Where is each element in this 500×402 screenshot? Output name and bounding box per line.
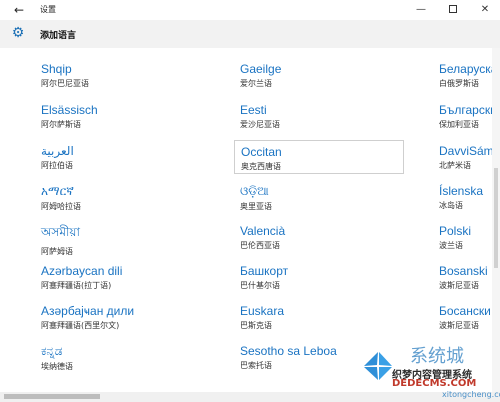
- language-native-name: Shqip: [41, 62, 72, 76]
- page-title: 添加语言: [40, 31, 77, 41]
- language-chinese-name: 冰岛语: [439, 201, 463, 210]
- language-native-name: Азәрбајҹан дили: [41, 304, 135, 318]
- maximize-button[interactable]: [438, 1, 468, 19]
- language-item[interactable]: Shqip 阿尔巴尼亚语: [35, 58, 200, 92]
- language-item[interactable]: Босански 波斯尼亚语: [433, 300, 492, 334]
- language-native-name: العربية: [41, 144, 74, 158]
- language-native-name: Euskara: [240, 304, 285, 318]
- language-chinese-name: 白俄罗斯语: [439, 79, 479, 88]
- language-item[interactable]: DavviSámeg 北萨米语: [433, 140, 492, 174]
- minimize-button[interactable]: —: [406, 1, 436, 19]
- language-native-name: ଓଡ଼ିଆ: [240, 184, 269, 198]
- language-native-name: অসমীয়া: [41, 225, 80, 239]
- language-chinese-name: 阿塞拜疆语(西里尔文): [41, 321, 120, 330]
- language-native-name: Босански: [439, 304, 491, 318]
- language-native-name: Occitan: [241, 145, 282, 159]
- language-chinese-name: 波斯尼亚语: [439, 281, 479, 290]
- language-item[interactable]: አማርኛ 阿姆哈拉语: [35, 180, 200, 214]
- language-native-name: Български: [439, 103, 492, 117]
- watermark-line-3: xitongcheng.com: [442, 390, 500, 399]
- language-chinese-name: 巴伦西亚语: [240, 241, 280, 250]
- language-native-name: Башкорт: [240, 264, 289, 278]
- language-chinese-name: 阿尔巴尼亚语: [41, 79, 89, 88]
- language-chinese-name: 阿拉伯语: [41, 161, 73, 170]
- language-item[interactable]: Gaeilge 爱尔兰语: [234, 58, 399, 92]
- language-item[interactable]: Български 保加利亚语: [433, 99, 492, 133]
- maximize-icon: [449, 5, 457, 13]
- vertical-scroll-thumb[interactable]: [494, 168, 498, 268]
- language-item[interactable]: Bosanski 波斯尼亚语: [433, 260, 492, 294]
- window-title: 设置: [40, 5, 56, 14]
- language-chinese-name: 巴斯克语: [240, 321, 272, 330]
- language-native-name: Valencià: [240, 224, 286, 238]
- language-chinese-name: 北萨米语: [439, 161, 471, 170]
- language-chinese-name: 埃纳德语: [41, 362, 73, 371]
- language-chinese-name: 波兰语: [439, 241, 463, 250]
- language-native-name: Bosanski: [439, 264, 488, 278]
- language-native-name: Eesti: [240, 103, 267, 117]
- language-chinese-name: 阿姆哈拉语: [41, 202, 81, 211]
- language-item[interactable]: Беларуска 白俄罗斯语: [433, 58, 492, 92]
- language-native-name: ಕನ್ನಡ: [41, 344, 63, 358]
- language-item-selected[interactable]: Occitan 奥克西唐语: [234, 140, 404, 174]
- language-native-name: Gaeilge: [240, 62, 282, 76]
- watermark-brand: 系统城: [410, 346, 464, 367]
- language-item[interactable]: Elsässisch 阿尔萨斯语: [35, 99, 200, 133]
- language-chinese-name: 阿萨姆语: [41, 247, 73, 256]
- back-arrow-icon[interactable]: ←: [10, 2, 28, 18]
- title-bar: ← 设置 — ✕: [0, 0, 500, 20]
- page-header: ⚙ 添加语言: [0, 20, 500, 48]
- language-native-name: Беларуска: [439, 62, 492, 76]
- horizontal-scroll-thumb[interactable]: [4, 394, 100, 399]
- gear-icon: ⚙: [11, 25, 25, 41]
- language-chinese-name: 奥里亚语: [240, 202, 272, 211]
- language-item[interactable]: Euskara 巴斯克语: [234, 300, 399, 334]
- close-button[interactable]: ✕: [470, 1, 500, 19]
- language-item[interactable]: Azərbaycan dili 阿塞拜疆语(拉丁语): [35, 260, 200, 294]
- language-item[interactable]: Íslenska 冰岛语: [433, 180, 492, 214]
- language-chinese-name: 波斯尼亚语: [439, 321, 479, 330]
- language-chinese-name: 爱尔兰语: [240, 79, 272, 88]
- language-chinese-name: 保加利亚语: [439, 120, 479, 129]
- language-native-name: Elsässisch: [41, 103, 98, 117]
- language-item[interactable]: Азәрбајҹан дили 阿塞拜疆语(西里尔文): [35, 300, 200, 334]
- language-native-name: DavviSámeg: [439, 144, 492, 158]
- language-item[interactable]: Башкорт 巴什基尔语: [234, 260, 399, 294]
- language-item[interactable]: العربية 阿拉伯语: [35, 140, 200, 174]
- language-native-name: Íslenska: [439, 184, 484, 198]
- language-native-name: አማርኛ: [41, 184, 74, 198]
- watermark: 系统城 织梦内容管理系统 DEDECMS.COM xitongcheng.com: [352, 340, 500, 400]
- language-chinese-name: 阿尔萨斯语: [41, 120, 81, 129]
- language-item[interactable]: Eesti 爱沙尼亚语: [234, 99, 399, 133]
- language-native-name: Azərbaycan dili: [41, 264, 123, 278]
- language-native-name: Polski: [439, 224, 472, 238]
- language-item[interactable]: অসমীয়া 阿萨姆语: [35, 220, 200, 256]
- language-chinese-name: 阿塞拜疆语(拉丁语): [41, 281, 112, 290]
- language-item[interactable]: ಕನ್ನಡ 埃纳德语: [35, 340, 200, 374]
- language-item[interactable]: Polski 波兰语: [433, 220, 492, 254]
- language-item[interactable]: ଓଡ଼ିଆ 奥里亚语: [234, 180, 399, 214]
- language-item[interactable]: Valencià 巴伦西亚语: [234, 220, 399, 254]
- language-chinese-name: 奥克西唐语: [241, 162, 281, 171]
- language-chinese-name: 爱沙尼亚语: [240, 120, 280, 129]
- watermark-line-2: DEDECMS.COM: [392, 378, 477, 389]
- language-chinese-name: 巴什基尔语: [240, 281, 280, 290]
